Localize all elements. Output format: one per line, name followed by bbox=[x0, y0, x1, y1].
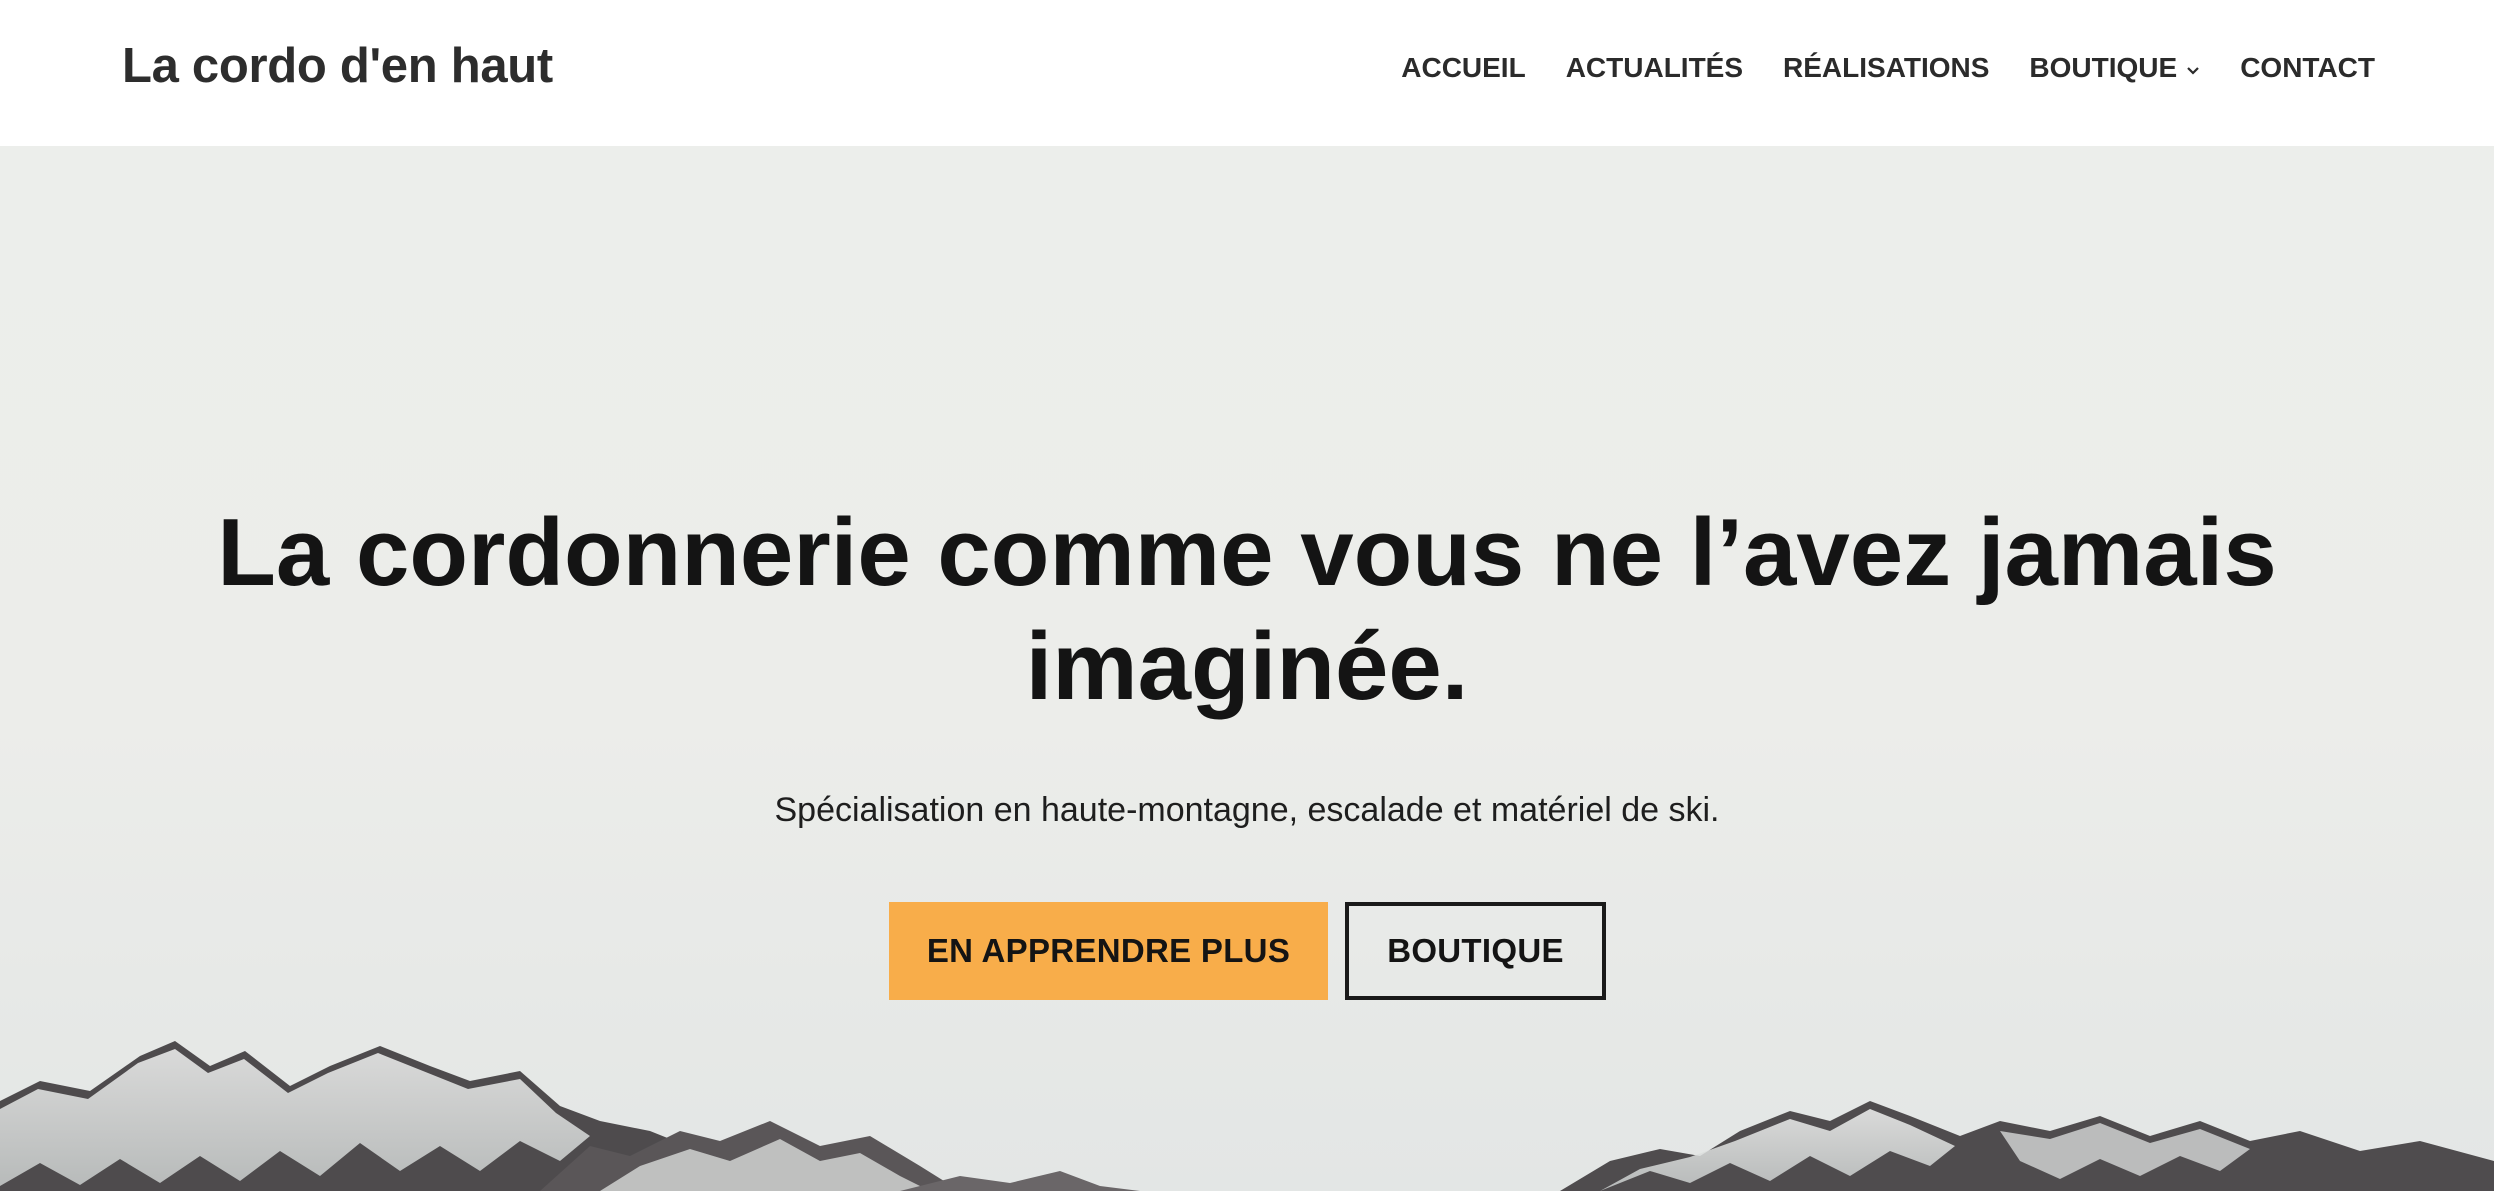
hero-title: La cordonnerie comme vous ne l’avez jama… bbox=[0, 496, 2494, 724]
nav-item-contact[interactable]: CONTACT bbox=[2240, 52, 2375, 84]
nav-item-boutique[interactable]: BOUTIQUE bbox=[2029, 52, 2200, 84]
hero-section: La cordonnerie comme vous ne l’avez jama… bbox=[0, 146, 2494, 1191]
learn-more-button[interactable]: EN APPRENDRE PLUS bbox=[889, 902, 1328, 1000]
shop-button[interactable]: BOUTIQUE bbox=[1345, 902, 1606, 1000]
hero-subtitle: Spécialisation en haute-montagne, escala… bbox=[774, 791, 1720, 829]
nav-item-actualites[interactable]: ACTUALITÉS bbox=[1566, 52, 1743, 84]
chevron-down-icon[interactable] bbox=[2186, 51, 2200, 83]
hero-title-line-1: La cordonnerie comme vous ne l’avez jama… bbox=[217, 499, 2277, 606]
main-nav: ACCUEIL ACTUALITÉS RÉALISATIONS BOUTIQUE… bbox=[1401, 52, 2375, 84]
nav-item-boutique-label: BOUTIQUE bbox=[2029, 52, 2178, 83]
nav-item-accueil[interactable]: ACCUEIL bbox=[1401, 52, 1525, 84]
site-title-link[interactable]: La cordo d'en haut bbox=[122, 38, 553, 94]
nav-item-realisations[interactable]: RÉALISATIONS bbox=[1783, 52, 1989, 84]
snowy-mountains-image bbox=[0, 1041, 2494, 1191]
site-header: La cordo d'en haut ACCUEIL ACTUALITÉS RÉ… bbox=[0, 0, 2494, 146]
hero-title-line-2: imaginée. bbox=[1025, 613, 1469, 720]
